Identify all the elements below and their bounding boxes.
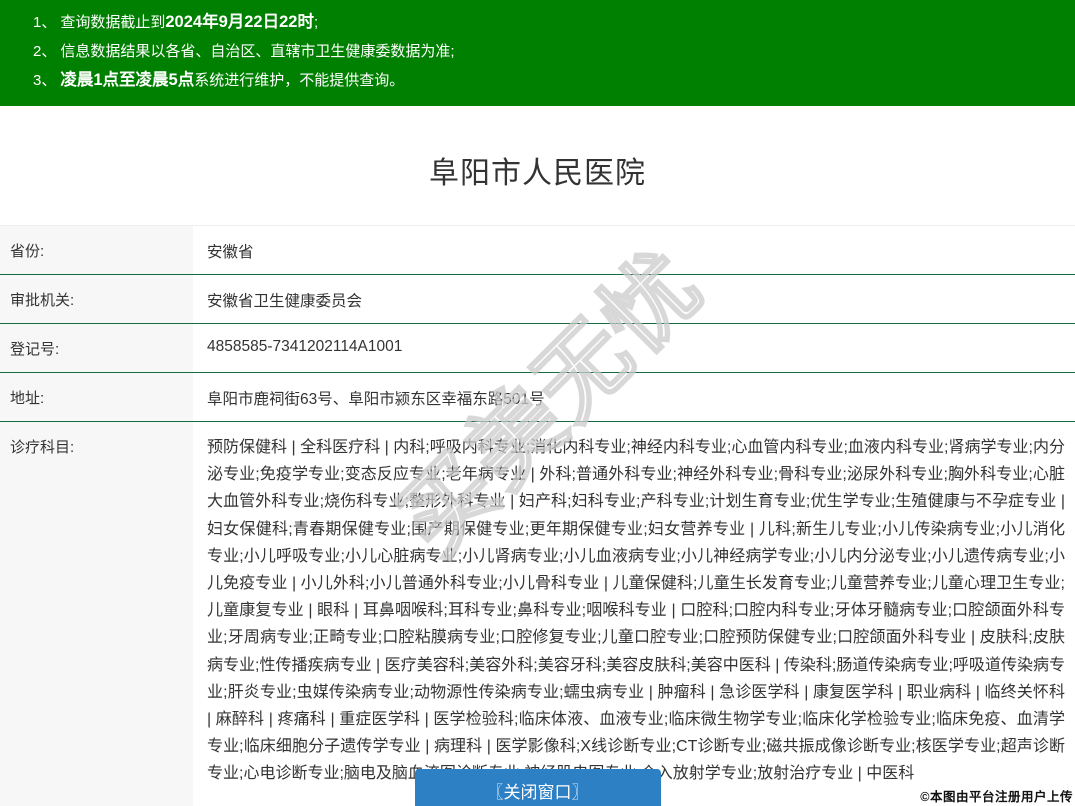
notice-line-2: 2、 信息数据结果以各省、自治区、直辖市卫生健康委数据为准; bbox=[33, 37, 1055, 66]
row-label: 诊疗科目: bbox=[0, 422, 193, 806]
notice-text-bold: 凌晨1点至凌晨5点 bbox=[60, 71, 195, 89]
table-row-departments: 诊疗科目: 预防保健科 | 全科医疗科 | 内科;呼吸内科专业;消化内科专业;神… bbox=[0, 422, 1075, 806]
query-result-page: 1、 查询数据截止到2024年9月22日22时; 2、 信息数据结果以各省、自治区、… bbox=[0, 0, 1075, 806]
notice-text-bold: 2024年9月22日22时 bbox=[165, 13, 314, 31]
info-table: 省份: 安徽省 审批机关: 安徽省卫生健康委员会 登记号: 4858585-73… bbox=[0, 225, 1075, 806]
table-row-approval-authority: 审批机关: 安徽省卫生健康委员会 bbox=[0, 275, 1075, 324]
notice-number: 1、 bbox=[33, 14, 57, 31]
notice-number: 2、 bbox=[33, 43, 57, 60]
notice-line-1: 1、 查询数据截止到2024年9月22日22时; bbox=[33, 8, 1055, 37]
table-row-address: 地址: 阜阳市鹿祠街63号、阜阳市颍东区幸福东路501号 bbox=[0, 373, 1075, 422]
close-window-button[interactable]: 〖关闭窗口〗 bbox=[414, 769, 661, 806]
row-label: 审批机关: bbox=[0, 275, 193, 323]
row-value: 安徽省 bbox=[207, 244, 254, 261]
row-label: 省份: bbox=[0, 226, 193, 274]
table-row-registration-number: 登记号: 4858585-7341202114A1001 bbox=[0, 324, 1075, 373]
notice-bar: 1、 查询数据截止到2024年9月22日22时; 2、 信息数据结果以各省、自治区、… bbox=[0, 0, 1075, 106]
row-value: 安徽省卫生健康委员会 bbox=[207, 293, 363, 310]
notice-text: 查询数据截止到 bbox=[60, 14, 166, 31]
row-value: 阜阳市鹿祠街63号、阜阳市颍东区幸福东路501号 bbox=[207, 391, 545, 408]
row-value: 预防保健科 | 全科医疗科 | 内科;呼吸内科专业;消化内科专业;神经内科专业;… bbox=[207, 439, 1065, 783]
notice-text: 系统进行维护，不能提供查询。 bbox=[194, 72, 405, 89]
notice-line-3: 3、 凌晨1点至凌晨5点系统进行维护，不能提供查询。 bbox=[33, 66, 1055, 95]
notice-text: 信息数据结果以各省、自治区、直辖市卫生健康委数据为准; bbox=[60, 43, 455, 60]
notice-number: 3、 bbox=[33, 72, 57, 89]
notice-text: ; bbox=[313, 14, 319, 31]
row-label: 登记号: bbox=[0, 324, 193, 372]
table-row-province: 省份: 安徽省 bbox=[0, 226, 1075, 275]
image-credit: ©本图由平台注册用户上传 bbox=[920, 790, 1073, 804]
hospital-title: 阜阳市人民医院 bbox=[429, 157, 646, 190]
row-label: 地址: bbox=[0, 373, 193, 421]
row-value: 4858585-7341202114A1001 bbox=[207, 338, 403, 355]
